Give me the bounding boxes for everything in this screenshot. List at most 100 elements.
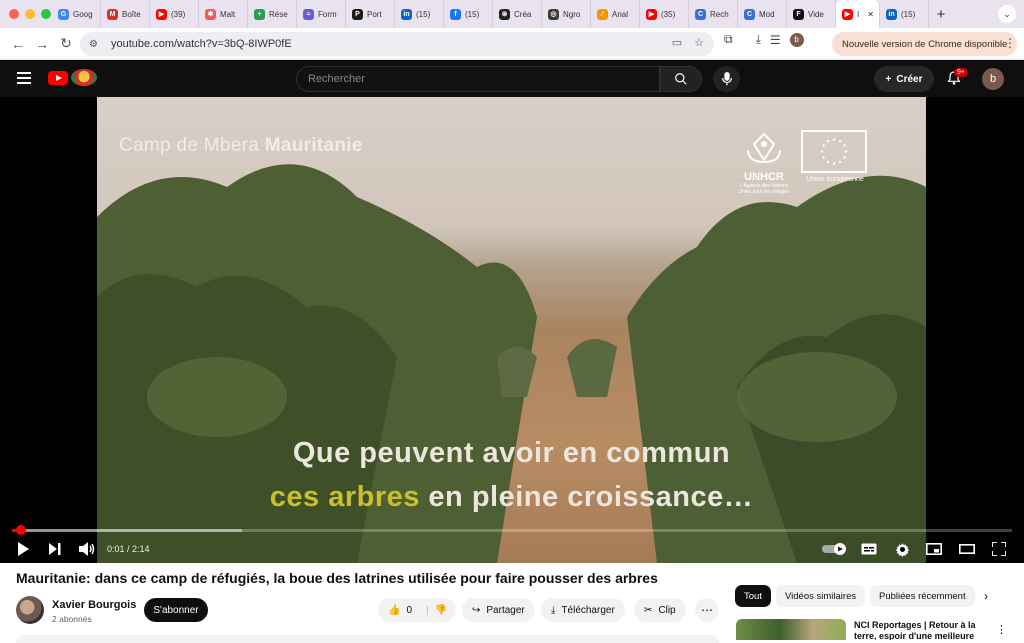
tab-search-button[interactable]: ⌄ xyxy=(998,5,1016,23)
openai-icon: ⊛ xyxy=(499,8,510,20)
more-actions-button[interactable]: ⋯ xyxy=(695,598,719,622)
volume-button[interactable] xyxy=(78,540,96,558)
tab-label: (35) xyxy=(661,9,676,19)
chip-similar[interactable]: Vidéos similaires xyxy=(776,585,866,607)
extensions-icon[interactable]: ⧉ xyxy=(724,32,733,47)
bookmark-star-icon[interactable]: ☆ xyxy=(694,36,704,49)
chip-all[interactable]: Tout xyxy=(735,585,771,607)
close-window-button[interactable] xyxy=(9,9,19,19)
subtitle-highlight: ces arbres xyxy=(269,481,420,513)
miniplayer-icon xyxy=(926,543,942,555)
browser-tab[interactable]: C Mod xyxy=(738,0,787,28)
tab-label: (15) xyxy=(416,9,431,19)
browser-tab[interactable]: ✱ Malt xyxy=(199,0,248,28)
eu-label: Union européenne xyxy=(806,176,864,183)
cast-icon[interactable]: ▭ xyxy=(672,36,682,49)
chevron-right-icon[interactable]: › xyxy=(984,589,988,603)
search-button[interactable] xyxy=(660,66,702,92)
share-button[interactable]: ↪ Partager xyxy=(462,598,535,622)
browser-tab[interactable]: G Goog xyxy=(52,0,101,28)
close-tab-icon[interactable]: ✕ xyxy=(867,10,874,19)
minimize-window-button[interactable] xyxy=(25,9,35,19)
profile-avatar[interactable]: b xyxy=(789,32,804,47)
download-icon[interactable]: ⤓ xyxy=(756,32,761,47)
browser-tab[interactable]: ▶ I ✕ xyxy=(836,0,880,28)
maximize-window-button[interactable] xyxy=(41,9,51,19)
subtitle-line-1: Que peuvent avoir en commun xyxy=(292,437,731,469)
progress-bar[interactable] xyxy=(12,525,1012,535)
play-icon xyxy=(18,542,29,556)
video-player[interactable]: Camp de Mbera Mauritanie UNHCR L'Agence … xyxy=(0,97,1024,563)
browser-tab[interactable]: ⁄ Anal xyxy=(591,0,640,28)
tab-label: Malt xyxy=(220,9,236,19)
browser-tab[interactable]: ▶ (35) xyxy=(640,0,689,28)
browser-tab[interactable]: P Port xyxy=(346,0,395,28)
play-button[interactable] xyxy=(14,540,32,558)
autoplay-toggle[interactable] xyxy=(822,540,848,558)
channel-avatar[interactable] xyxy=(16,596,44,624)
browser-tab[interactable]: C Rech xyxy=(689,0,738,28)
browser-tab[interactable]: ◎ Ngro xyxy=(542,0,591,28)
tab-label: Rése xyxy=(269,9,288,19)
linkedin-icon: in xyxy=(886,8,897,20)
account-avatar[interactable]: b xyxy=(982,68,1004,90)
browser-tab-bar: G Goog M Boîte ▶ (39) ✱ Malt + Rése ≈ Form P Port in (1… xyxy=(0,0,1024,28)
browser-tab[interactable]: in (15) xyxy=(880,0,929,28)
voice-search-button[interactable] xyxy=(713,66,740,92)
video-frame[interactable]: Camp de Mbera Mauritanie UNHCR L'Agence … xyxy=(97,97,926,563)
back-button[interactable]: ← xyxy=(6,36,30,52)
browser-tab[interactable]: ⊛ Créa xyxy=(493,0,542,28)
next-button[interactable] xyxy=(46,540,64,558)
browser-tab[interactable]: + Rése xyxy=(248,0,297,28)
player-controls: 0:01 / 2:14 xyxy=(0,537,1024,561)
search-input[interactable]: Rechercher xyxy=(296,66,660,92)
recommended-thumbnail[interactable] xyxy=(736,619,846,640)
description-box[interactable] xyxy=(16,635,719,643)
settings-button[interactable] xyxy=(893,540,911,558)
location-country: Mauritanie xyxy=(264,135,363,156)
site-info-icon[interactable]: ⚙ xyxy=(89,39,103,50)
unhcr-subtitle: L'Agence des Nations Unies pour les réfu… xyxy=(738,183,790,195)
fullscreen-button[interactable] xyxy=(990,540,1008,558)
address-bar[interactable]: ⚙ youtube.com/watch?v=3bQ-8IWP0fE ▭ ☆ xyxy=(80,32,714,56)
thumbs-up-icon[interactable]: 👍 xyxy=(388,605,400,616)
clip-button[interactable]: ✂ Clip xyxy=(634,598,686,622)
tab-label: Créa xyxy=(514,9,532,19)
more-horizontal-icon: ⋯ xyxy=(701,603,713,617)
reload-button[interactable]: ↻ xyxy=(54,35,78,52)
subtitles-button[interactable] xyxy=(860,540,878,558)
browser-tab[interactable]: F Vide xyxy=(787,0,836,28)
thumbs-down-icon[interactable]: 👎 xyxy=(435,605,447,616)
tab-label: Mod xyxy=(759,9,775,19)
browser-tab[interactable]: M Boîte xyxy=(101,0,150,28)
chrome-update-button[interactable]: Nouvelle version de Chrome disponible xyxy=(832,32,1018,56)
browser-tab[interactable]: in (15) xyxy=(395,0,444,28)
recommended-title[interactable]: NCI Reportages | Retour à la terre, espo… xyxy=(854,620,988,640)
browser-tab[interactable]: f (15) xyxy=(444,0,493,28)
theater-icon xyxy=(959,544,975,554)
browser-tab[interactable]: ▶ (39) xyxy=(150,0,199,28)
forward-button[interactable]: → xyxy=(30,36,54,52)
youtube-icon: ▶ xyxy=(646,8,657,20)
browser-tab[interactable]: ≈ Form xyxy=(297,0,346,28)
youtube-doodle[interactable] xyxy=(71,69,97,86)
url-text[interactable]: youtube.com/watch?v=3bQ-8IWP0fE xyxy=(111,38,292,50)
subscribe-button[interactable]: S'abonner xyxy=(144,598,208,622)
like-divider: | xyxy=(426,604,429,616)
reading-list-icon[interactable]: ☰ xyxy=(770,33,781,47)
chrome-menu-icon[interactable]: ⋮ xyxy=(1004,36,1016,50)
new-tab-button[interactable]: + xyxy=(929,6,953,23)
recommended-more-icon[interactable]: ⋮ xyxy=(996,623,1007,636)
like-count[interactable]: 0 xyxy=(406,605,412,616)
chip-recent[interactable]: Publiées récemment xyxy=(870,585,975,607)
search-tab-icon: C xyxy=(695,8,706,20)
youtube-logo[interactable] xyxy=(48,71,68,85)
theater-mode-button[interactable] xyxy=(958,540,976,558)
progress-scrubber[interactable] xyxy=(15,525,26,535)
miniplayer-button[interactable] xyxy=(925,540,943,558)
create-button[interactable]: + Créer xyxy=(874,66,934,92)
menu-icon[interactable] xyxy=(17,72,31,87)
tab-label: Rech xyxy=(710,9,729,19)
channel-name[interactable]: Xavier Bourgois xyxy=(52,599,136,611)
download-button[interactable]: ⤓ Télécharger xyxy=(541,598,625,622)
